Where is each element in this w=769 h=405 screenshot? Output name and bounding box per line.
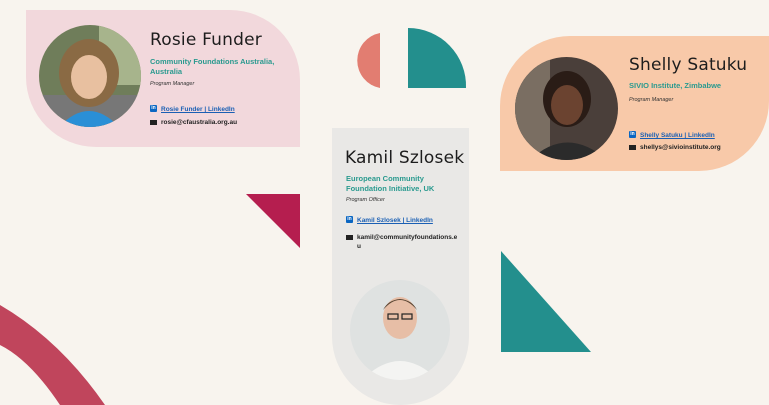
- profile-card-kamil: Kamil Szlosek European Community Foundat…: [332, 128, 469, 405]
- envelope-icon: [150, 120, 157, 125]
- teal-triangle: [501, 251, 591, 352]
- person-name: Shelly Satuku: [629, 55, 748, 75]
- linkedin-row: in Shelly Satuku | LinkedIn: [629, 131, 715, 140]
- linkedin-row: in Rosie Funder | LinkedIn: [150, 105, 235, 114]
- linkedin-link[interactable]: Shelly Satuku | LinkedIn: [640, 131, 715, 140]
- job-title: Program Manager: [629, 97, 674, 103]
- person-name: Rosie Funder: [150, 30, 262, 50]
- envelope-icon: [629, 145, 636, 150]
- organization: European Community Foundation Initiative…: [346, 174, 435, 193]
- email-text: shellys@sivioinstitute.org: [640, 144, 721, 151]
- job-title: Program Manager: [150, 81, 195, 87]
- job-title: Program Officer: [346, 197, 385, 203]
- profile-card-shelly: Shelly Satuku SIVIO Institute, Zimbabwe …: [500, 36, 769, 171]
- profile-card-rosie: Rosie Funder Community Foundations Austr…: [26, 10, 300, 147]
- organization: Community Foundations Australia, Austral…: [150, 57, 275, 76]
- arc-shape-bottom-left: [0, 305, 105, 405]
- email-row: kamil@communityfoundations.eu: [346, 233, 461, 251]
- linkedin-icon: in: [346, 216, 353, 223]
- linkedin-link[interactable]: Rosie Funder | LinkedIn: [161, 105, 235, 114]
- avatar: [515, 57, 618, 160]
- linkedin-row: in Kamil Szlosek | LinkedIn: [346, 216, 433, 225]
- linkedin-icon: in: [629, 131, 636, 138]
- email-text: rosie@cfaustralia.org.au: [161, 119, 238, 126]
- linkedin-link[interactable]: Kamil Szlosek | LinkedIn: [357, 216, 433, 225]
- linkedin-icon: in: [150, 105, 157, 112]
- email-text: kamil@communityfoundations.eu: [357, 234, 458, 250]
- teal-quarter-shape: [408, 27, 467, 88]
- email-row: shellys@sivioinstitute.org: [629, 143, 721, 152]
- crimson-triangle: [246, 194, 300, 248]
- organization: SIVIO Institute, Zimbabwe: [629, 81, 722, 90]
- coral-half-circle: [357, 33, 380, 88]
- envelope-icon: [346, 235, 353, 240]
- avatar: [350, 280, 450, 380]
- email-row: rosie@cfaustralia.org.au: [150, 118, 237, 127]
- avatar: [39, 25, 141, 127]
- person-name: Kamil Szlosek: [345, 148, 465, 168]
